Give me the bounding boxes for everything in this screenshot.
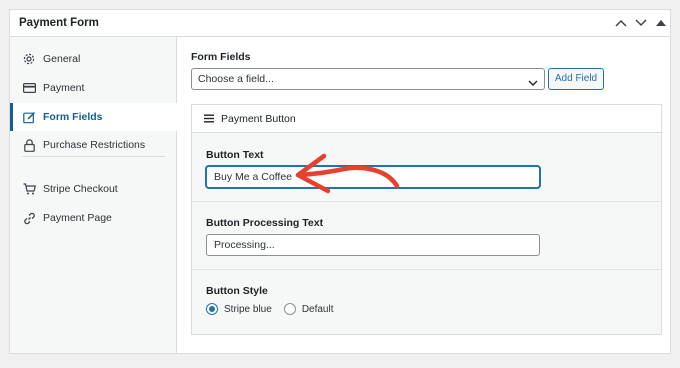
form-fields-main: Form Fields Choose a field... Add Field … (177, 37, 670, 353)
radio-stripe-blue[interactable] (206, 303, 218, 315)
field-select[interactable]: Choose a field... (191, 68, 545, 90)
sidebar-item-label: Stripe Checkout (43, 183, 118, 195)
field-select-value: Choose a field... (198, 73, 274, 85)
field-divider (192, 269, 661, 270)
radio-default[interactable] (283, 303, 296, 315)
button-style-label: Button Style (206, 285, 268, 297)
annotation-arrow-icon (295, 153, 400, 194)
sidebar: General Payment Form Fields Purchase Res… (10, 37, 178, 353)
caret-up-icon[interactable] (653, 15, 669, 31)
chevron-down-icon[interactable] (633, 15, 649, 31)
card-icon (22, 81, 36, 95)
lock-icon (22, 138, 36, 152)
pencil-square-icon (22, 110, 36, 124)
gear-icon (22, 52, 36, 66)
button-processing-text-label: Button Processing Text (206, 217, 324, 229)
add-field-button[interactable]: Add Field (548, 68, 604, 90)
sidebar-divider (22, 156, 165, 157)
radio-label: Default (301, 303, 334, 315)
sidebar-item-label: Form Fields (43, 111, 103, 123)
panel-title: Payment Form (19, 17, 99, 29)
payment-button-box-body: Button Text Button Processing Text Butto… (192, 133, 661, 334)
sidebar-item-purchase-restrictions[interactable]: Purchase Restrictions (10, 131, 177, 159)
menu-icon (204, 114, 214, 124)
link-icon (22, 211, 36, 225)
payment-button-box: Payment Button Button Text Button Proces… (191, 104, 662, 335)
sidebar-item-label: Payment Page (43, 212, 112, 224)
sidebar-item-label: Purchase Restrictions (43, 139, 146, 151)
payment-button-box-header[interactable]: Payment Button (192, 105, 661, 133)
sidebar-item-general[interactable]: General (10, 45, 177, 73)
sidebar-item-label: General (43, 53, 81, 65)
radio-label: Stripe blue (224, 303, 272, 315)
panel-header: Payment Form (10, 10, 670, 37)
cart-icon (22, 182, 36, 196)
form-fields-label: Form Fields (191, 51, 251, 63)
chevron-up-icon[interactable] (613, 15, 629, 31)
sidebar-item-payment[interactable]: Payment (10, 74, 177, 102)
field-divider (192, 201, 661, 202)
sidebar-item-payment-page[interactable]: Payment Page (10, 204, 177, 232)
payment-button-box-title: Payment Button (221, 112, 296, 125)
chevron-down-icon (528, 74, 538, 94)
button-text-label: Button Text (206, 149, 264, 161)
sidebar-item-label: Payment (43, 82, 85, 94)
button-style-options: Stripe blue Default (206, 303, 334, 315)
sidebar-item-stripe-checkout[interactable]: Stripe Checkout (10, 175, 177, 203)
sidebar-item-form-fields[interactable]: Form Fields (10, 103, 178, 131)
button-processing-text-input[interactable] (206, 234, 540, 256)
